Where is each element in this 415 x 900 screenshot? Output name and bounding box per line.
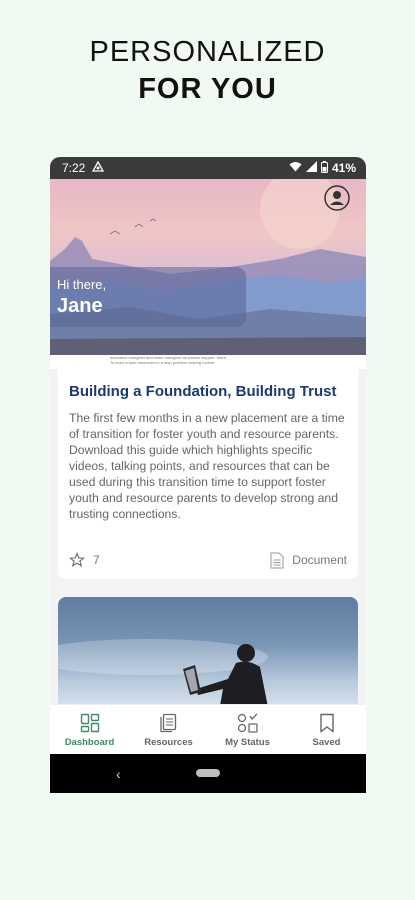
battery-icon [320,160,328,176]
back-icon[interactable]: ‹ [116,766,121,782]
bookmark-icon [319,713,334,733]
resource-card-image[interactable] [58,597,358,717]
document-preview-snippet: education caregiver and foster caregiver… [50,355,366,369]
hero-banner: Hi there, Jane [50,179,366,355]
user-name: Jane [57,295,103,317]
favorite-button[interactable]: 7 [69,552,100,568]
status-time: 7:22 [62,161,86,175]
dashboard-feed[interactable]: education caregiver and foster caregiver… [50,355,366,717]
star-icon [69,552,85,568]
favorite-count: 7 [93,553,100,567]
nav-saved-label: Saved [312,736,341,748]
nav-my-status-label: My Status [225,736,270,748]
wifi-icon [289,161,302,175]
system-navigation-bar: ‹ [50,754,366,793]
nav-resources[interactable]: Resources [129,713,208,748]
bottom-navigation: Dashboard Resources My Status Saved [50,704,366,755]
nav-saved[interactable]: Saved [287,713,366,748]
greeting-text: Hi there, [57,277,107,292]
promo-headline: PERSONALIZED FOR YOU [0,34,415,108]
promo-line-1: PERSONALIZED [89,36,326,68]
status-bar: 7:22 41% [50,157,366,179]
doc-preview-line: To learn a fund resources to a stop prob… [110,360,215,365]
resources-icon [159,713,176,732]
battery-level: 41% [331,161,356,175]
document-icon [270,552,284,568]
promo-line-2: FOR YOU [138,73,277,105]
home-pill-icon[interactable] [196,769,220,777]
phone-screen: 7:22 41% Hi there, Jane education caregi… [50,157,366,793]
person-with-laptop-photo [58,639,270,717]
resource-card-description: The first few months in a new placement … [69,411,345,521]
resource-type: Document [270,552,347,569]
dashboard-icon [80,713,99,732]
profile-avatar-button[interactable] [324,185,350,211]
nav-dashboard-label: Dashboard [64,736,115,748]
app-notification-icon [92,160,105,176]
nav-dashboard[interactable]: Dashboard [50,713,129,748]
resource-card[interactable]: Building a Foundation, Building Trust Th… [58,369,358,579]
signal-icon [305,161,317,175]
resource-card-footer: 7 Document [69,551,347,569]
status-icon [237,713,258,733]
resource-type-label: Document [292,553,347,567]
nav-resources-label: Resources [144,736,193,748]
greeting-card: Hi there, Jane [50,267,246,327]
nav-my-status[interactable]: My Status [208,713,287,748]
resource-card-title[interactable]: Building a Foundation, Building Trust [69,383,349,400]
user-profile-icon [324,185,350,211]
